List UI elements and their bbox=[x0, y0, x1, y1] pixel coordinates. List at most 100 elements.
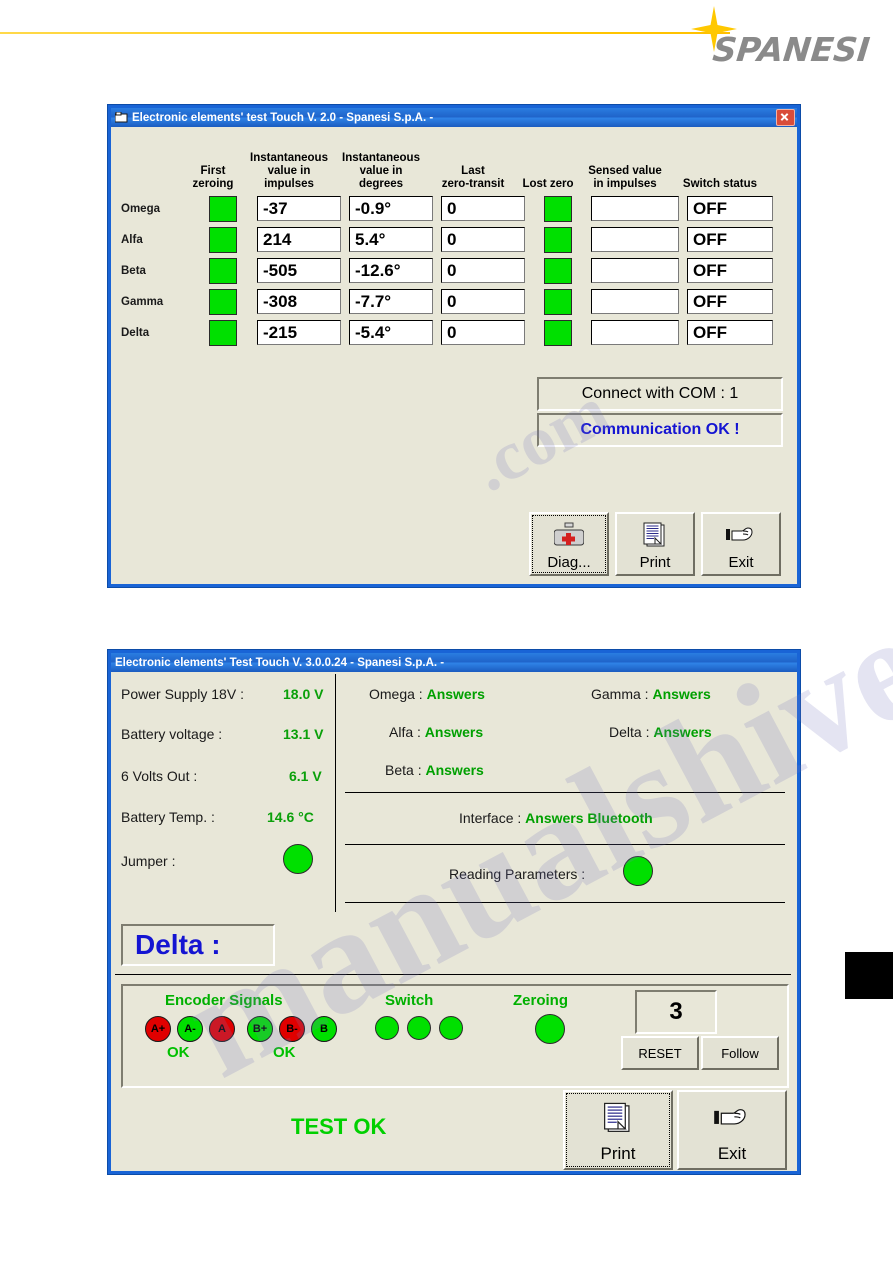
print-button[interactable]: Print bbox=[563, 1090, 673, 1170]
table-row: Gamma -308 -7.7° 0 OFF bbox=[111, 286, 797, 317]
impulses-field[interactable]: -505 bbox=[257, 258, 341, 283]
first-zeroing-led-cell bbox=[193, 319, 253, 346]
answer-alfa-value: Answers bbox=[424, 724, 484, 740]
exit-button[interactable]: Exit bbox=[701, 512, 781, 576]
last-zero-field-cell: 0 bbox=[437, 227, 529, 252]
degrees-field[interactable]: -5.4° bbox=[349, 320, 433, 345]
last-zero-field-cell: 0 bbox=[437, 196, 529, 221]
current-channel-box: Delta : bbox=[121, 924, 275, 966]
header-last-zero-transit: Last zero-transit bbox=[441, 165, 505, 190]
first-zeroing-led-cell bbox=[193, 288, 253, 315]
answer-gamma: Gamma : Answers bbox=[591, 686, 711, 702]
degrees-field[interactable]: -12.6° bbox=[349, 258, 433, 283]
pointing-hand-icon bbox=[725, 514, 757, 555]
sensed-value-field[interactable] bbox=[591, 289, 679, 314]
switch-led-2 bbox=[407, 1016, 431, 1040]
switch-status-field-cell: OFF bbox=[683, 320, 777, 345]
impulses-field[interactable]: -37 bbox=[257, 196, 341, 221]
encoder-b-leds: B+ B- B bbox=[247, 1016, 337, 1042]
encoder-led-Bplus: B+ bbox=[247, 1016, 273, 1042]
supply-readings-panel: Power Supply 18V : 18.0 V Battery voltag… bbox=[115, 676, 333, 912]
first-zeroing-led-cell bbox=[193, 195, 253, 222]
battery-temp-value: 14.6 °C bbox=[267, 809, 314, 825]
close-icon[interactable] bbox=[776, 109, 795, 126]
encoder-a-ok: OK bbox=[167, 1044, 190, 1061]
encoder-signals-title: Encoder Signals bbox=[165, 992, 283, 1009]
sensed-value-field[interactable] bbox=[591, 227, 679, 252]
lost-zero-led bbox=[544, 288, 572, 315]
impulses-field[interactable]: -215 bbox=[257, 320, 341, 345]
switch-led-3 bbox=[439, 1016, 463, 1040]
encoder-led-Aminus: A- bbox=[177, 1016, 203, 1042]
measurements-table: First zeroing Instantaneous value in imp… bbox=[111, 127, 797, 348]
header-instant-degrees: Instantaneous value in degrees bbox=[342, 152, 420, 190]
switch-status-field[interactable]: OFF bbox=[687, 258, 773, 283]
switch-leds bbox=[375, 1016, 463, 1040]
impulses-field-cell: -308 bbox=[253, 289, 345, 314]
switch-status-field[interactable]: OFF bbox=[687, 227, 773, 252]
switch-status-field-cell: OFF bbox=[683, 258, 777, 283]
degrees-field[interactable]: -0.9° bbox=[349, 196, 433, 221]
reset-button-label: RESET bbox=[638, 1045, 682, 1061]
divider-bottom bbox=[345, 902, 785, 903]
print-button-label: Print bbox=[600, 1144, 636, 1163]
switch-status-field[interactable]: OFF bbox=[687, 320, 773, 345]
first-zeroing-led bbox=[209, 226, 237, 253]
brand-text: SPANESI bbox=[710, 30, 872, 69]
communication-label: Communication OK ! bbox=[580, 421, 740, 438]
switch-led-1 bbox=[375, 1016, 399, 1040]
header-instant-impulses: Instantaneous value in impulses bbox=[250, 152, 328, 190]
test-result-label: TEST OK bbox=[291, 1114, 387, 1139]
window2-button-bar: Print Exit bbox=[563, 1090, 791, 1170]
answer-beta-label: Beta : bbox=[385, 762, 422, 778]
spanesi-logo: SPANESI bbox=[655, 6, 885, 70]
battery-voltage-label: Battery voltage : bbox=[121, 726, 223, 742]
switch-status-field[interactable]: OFF bbox=[687, 289, 773, 314]
degrees-field-cell: -0.9° bbox=[345, 196, 437, 221]
lost-zero-led-cell bbox=[529, 319, 587, 346]
degrees-field-cell: 5.4° bbox=[345, 227, 437, 252]
impulses-field[interactable]: 214 bbox=[257, 227, 341, 252]
window2-titlebar[interactable]: Electronic elements' Test Touch V. 3.0.0… bbox=[111, 653, 797, 672]
diag-button[interactable]: Diag... bbox=[529, 512, 609, 576]
print-button-label: Print bbox=[639, 554, 671, 571]
sensed-value-field-cell bbox=[587, 258, 683, 283]
reset-button[interactable]: RESET bbox=[621, 1036, 699, 1070]
last-zero-field[interactable]: 0 bbox=[441, 196, 525, 221]
window1-titlebar[interactable]: Electronic elements' test Touch V. 2.0 -… bbox=[111, 108, 797, 127]
follow-button[interactable]: Follow bbox=[701, 1036, 779, 1070]
lost-zero-led bbox=[544, 195, 572, 222]
reading-parameters-label: Reading Parameters : bbox=[449, 866, 586, 882]
degrees-field[interactable]: -7.7° bbox=[349, 289, 433, 314]
row-label: Delta bbox=[121, 326, 150, 339]
window2-client: Power Supply 18V : 18.0 V Battery voltag… bbox=[111, 672, 797, 1171]
last-zero-field[interactable]: 0 bbox=[441, 320, 525, 345]
first-zeroing-led bbox=[209, 195, 237, 222]
degrees-field[interactable]: 5.4° bbox=[349, 227, 433, 252]
row-label: Gamma bbox=[121, 295, 164, 308]
degrees-field-cell: -5.4° bbox=[345, 320, 437, 345]
counter-display: 3 bbox=[635, 990, 717, 1034]
switch-status-field[interactable]: OFF bbox=[687, 196, 773, 221]
print-button[interactable]: Print bbox=[615, 512, 695, 576]
impulses-field-cell: -505 bbox=[253, 258, 345, 283]
last-zero-field[interactable]: 0 bbox=[441, 258, 525, 283]
jumper-led bbox=[283, 844, 313, 874]
table-row: Delta -215 -5.4° 0 OFF bbox=[111, 317, 797, 348]
sensed-value-field-cell bbox=[587, 196, 683, 221]
exit-button[interactable]: Exit bbox=[677, 1090, 787, 1170]
sensed-value-field[interactable] bbox=[591, 320, 679, 345]
impulses-field[interactable]: -308 bbox=[257, 289, 341, 314]
medical-bag-icon bbox=[554, 514, 584, 555]
last-zero-field[interactable]: 0 bbox=[441, 289, 525, 314]
sensed-value-field[interactable] bbox=[591, 258, 679, 283]
battery-voltage-value: 13.1 V bbox=[283, 726, 324, 742]
divider-middle bbox=[345, 844, 785, 845]
last-zero-field[interactable]: 0 bbox=[441, 227, 525, 252]
answers-panel: Omega : Answers Gamma : Answers Alfa : A… bbox=[341, 676, 793, 912]
power-supply-value: 18.0 V bbox=[283, 686, 324, 702]
switch-title: Switch bbox=[385, 992, 434, 1009]
sensed-value-field[interactable] bbox=[591, 196, 679, 221]
row-label: Omega bbox=[121, 202, 160, 215]
lost-zero-led-cell bbox=[529, 257, 587, 284]
